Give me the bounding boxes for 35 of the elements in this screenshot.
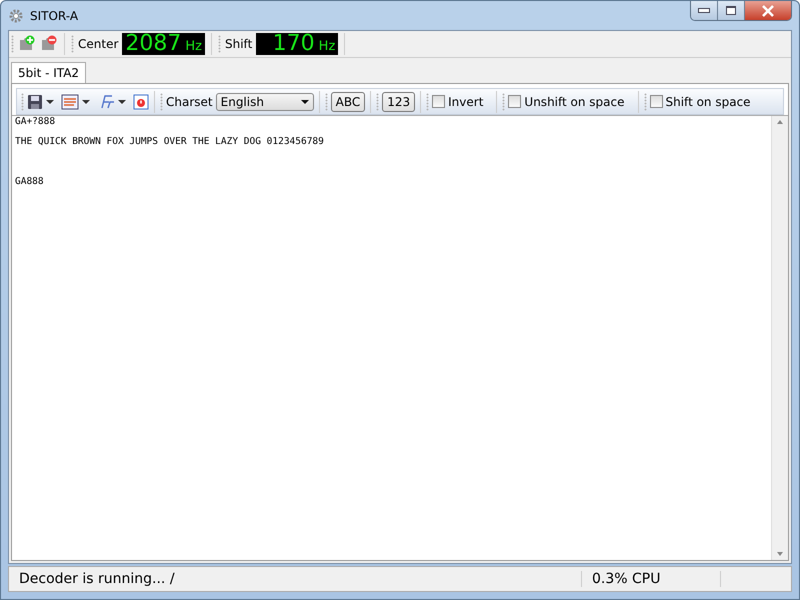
output-line: THE QUICK BROWN FOX JUMPS OVER THE LAZY DOG 0123456789 xyxy=(15,136,325,149)
checkbox[interactable] xyxy=(508,95,522,108)
alert-icon[interactable] xyxy=(133,94,149,110)
puzzle-minus-icon[interactable] xyxy=(40,35,58,53)
caret-icon[interactable] xyxy=(118,100,126,104)
cpu-usage: 0.3% CPU xyxy=(581,571,721,587)
text-panel-icon[interactable] xyxy=(61,94,79,110)
checkbox-label: Shift on space xyxy=(666,94,751,108)
caret-icon[interactable] xyxy=(46,100,54,104)
checkbox-label: Invert xyxy=(448,94,484,108)
tab[interactable]: 5bit - ITA2 xyxy=(11,62,86,83)
maximize-button[interactable] xyxy=(718,1,745,20)
close-icon xyxy=(761,4,775,16)
caret-icon[interactable] xyxy=(82,100,90,104)
output-line: GA+?888 xyxy=(15,116,56,129)
checkbox-label: Unshift on space xyxy=(524,94,624,108)
shift-label: Shift xyxy=(225,37,252,51)
charset-dropdown[interactable]: English xyxy=(216,92,314,110)
checkbox[interactable] xyxy=(432,95,446,108)
close-button[interactable] xyxy=(745,1,791,20)
minimize-button[interactable] xyxy=(691,1,718,20)
charset-label: Charset xyxy=(166,94,213,108)
puzzle-plus-icon[interactable] xyxy=(18,35,36,53)
scrollbar[interactable] xyxy=(771,116,788,560)
center-frequency-display: 2087 Hz xyxy=(122,33,205,55)
toolbar-button[interactable]: 123 xyxy=(382,92,416,112)
shift-display: 170 Hz xyxy=(256,33,338,55)
window-title: SITOR-A xyxy=(30,8,78,22)
toolbar-button[interactable]: ABC xyxy=(330,92,366,112)
gear-icon xyxy=(8,8,24,24)
status-message: Decoder is running... / xyxy=(18,571,176,587)
checkbox[interactable] xyxy=(650,95,662,108)
output-line: GA888 xyxy=(15,176,45,189)
center-label: Center xyxy=(78,37,118,51)
save-icon[interactable] xyxy=(27,94,43,110)
